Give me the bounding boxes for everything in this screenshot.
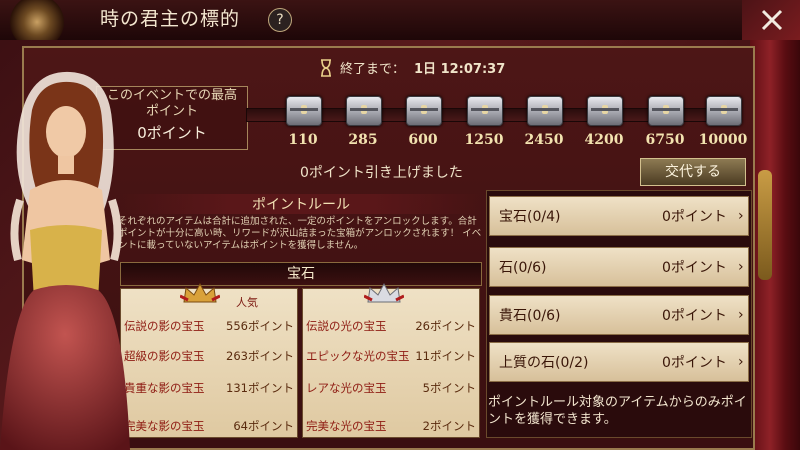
milestone-value: 6750 [645, 132, 685, 148]
category-note: ポイントルール対象のアイテムからのみポイントを獲得できます。 [488, 395, 747, 427]
gem-points: 26ポイント [415, 319, 476, 333]
help-button[interactable]: ? [268, 8, 292, 32]
timer-value: 1日 12:07:37 [414, 62, 506, 77]
milestone-value: 110 [288, 132, 318, 148]
gem-points: 2ポイント [422, 419, 476, 433]
chest-icon[interactable] [527, 96, 563, 126]
category-points: 0ポイント [662, 355, 727, 371]
gem-points: 131ポイント [226, 381, 294, 395]
milestone-value: 1250 [464, 132, 504, 148]
milestone-value: 4200 [584, 132, 624, 148]
rules-description: それぞれのアイテムは合計に追加された、一定のポイントをアンロックします。合計ポイ… [118, 216, 482, 251]
gem-points: 263ポイント [226, 349, 294, 363]
category-points: 0ポイント [662, 260, 727, 276]
category-name: 宝石(0/4) [499, 209, 561, 225]
tassel-decoration [758, 170, 772, 280]
close-button[interactable] [742, 0, 800, 40]
chevron-right-icon: › [738, 307, 744, 323]
rules-title: ポイントルール [120, 194, 482, 214]
chest-icon[interactable] [706, 96, 742, 126]
silver-crown-icon [364, 282, 404, 303]
category-name: 石(0/6) [499, 260, 547, 276]
milestone-value: 600 [408, 132, 438, 148]
category-points: 0ポイント [662, 308, 727, 324]
category-points: 0ポイント [662, 209, 727, 225]
character-portrait [0, 71, 130, 450]
milestone-value: 10000 [698, 132, 748, 148]
chest-icon[interactable] [587, 96, 623, 126]
chest-icon[interactable] [467, 96, 503, 126]
gold-crown-icon [180, 282, 220, 303]
category-name: 上質の石(0/2) [499, 355, 589, 371]
chevron-right-icon: › [738, 208, 744, 224]
milestone-value: 2450 [524, 132, 564, 148]
close-icon [761, 9, 783, 31]
emblem-icon [6, 0, 68, 40]
category-name: 貴石(0/6) [499, 308, 561, 324]
chest-icon[interactable] [648, 96, 684, 126]
page-title: 時の君主の標的 [100, 8, 241, 30]
chest-icon[interactable] [346, 96, 382, 126]
gem-section-header: 宝石 [120, 262, 482, 286]
exchange-button[interactable]: 交代する [640, 158, 746, 186]
chevron-right-icon: › [738, 354, 744, 370]
hourglass-icon [321, 59, 331, 77]
gem-points: 5ポイント [422, 381, 476, 395]
milestone-value: 285 [348, 132, 378, 148]
points-raised-text: 0ポイント引き上げました [300, 165, 463, 181]
gem-points: 64ポイント [233, 419, 294, 433]
gem-points: 11ポイント [415, 349, 476, 363]
chevron-right-icon: › [738, 259, 744, 275]
popular-badge: 人気 [236, 296, 258, 309]
gem-points: 556ポイント [226, 319, 294, 333]
timer-label: 終了まで： [340, 62, 406, 77]
chest-icon[interactable] [286, 96, 322, 126]
chest-icon[interactable] [406, 96, 442, 126]
